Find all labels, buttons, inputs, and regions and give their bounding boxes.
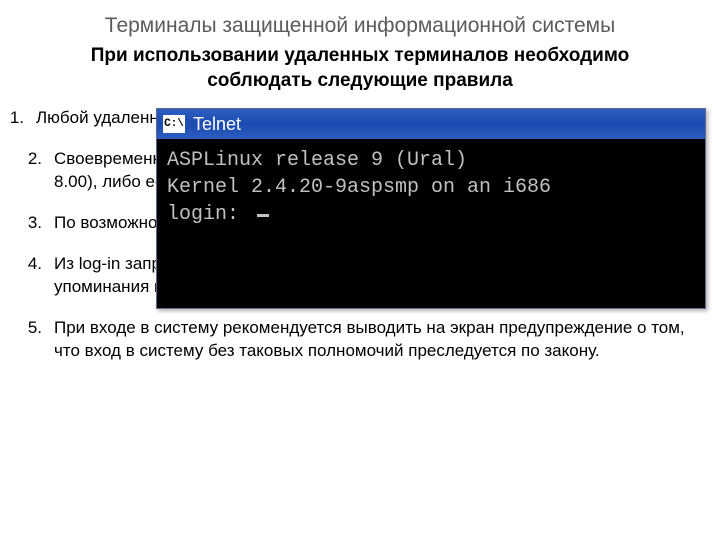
telnet-titlebar: C:\ Telnet	[157, 109, 705, 139]
telnet-window-title: Telnet	[193, 114, 241, 135]
page-title: Терминалы защищенной информационной сист…	[0, 0, 720, 38]
terminal-output[interactable]: ASPLinux release 9 (Ural) Kernel 2.4.20-…	[157, 139, 705, 308]
rule-number: 3.	[20, 212, 48, 235]
rule-number: 2.	[20, 148, 48, 194]
cursor-icon	[257, 214, 269, 217]
rule-item: 5. При входе в систему рекомендуется выв…	[8, 317, 700, 363]
cmd-icon: C:\	[163, 115, 185, 133]
terminal-line: Kernel 2.4.20-9aspsmp on an i686	[167, 176, 551, 199]
rule-text: При входе в систему рекомендуется выводи…	[48, 317, 700, 363]
rule-number: 1.	[8, 107, 30, 130]
telnet-window: C:\ Telnet ASPLinux release 9 (Ural) Ker…	[156, 108, 706, 309]
page-subtitle: При использовании удаленных терминалов н…	[0, 38, 720, 107]
rule-number: 5.	[20, 317, 48, 363]
terminal-line: ASPLinux release 9 (Ural)	[167, 149, 467, 172]
login-prompt: login:	[167, 203, 251, 226]
rule-number: 4.	[20, 253, 48, 299]
